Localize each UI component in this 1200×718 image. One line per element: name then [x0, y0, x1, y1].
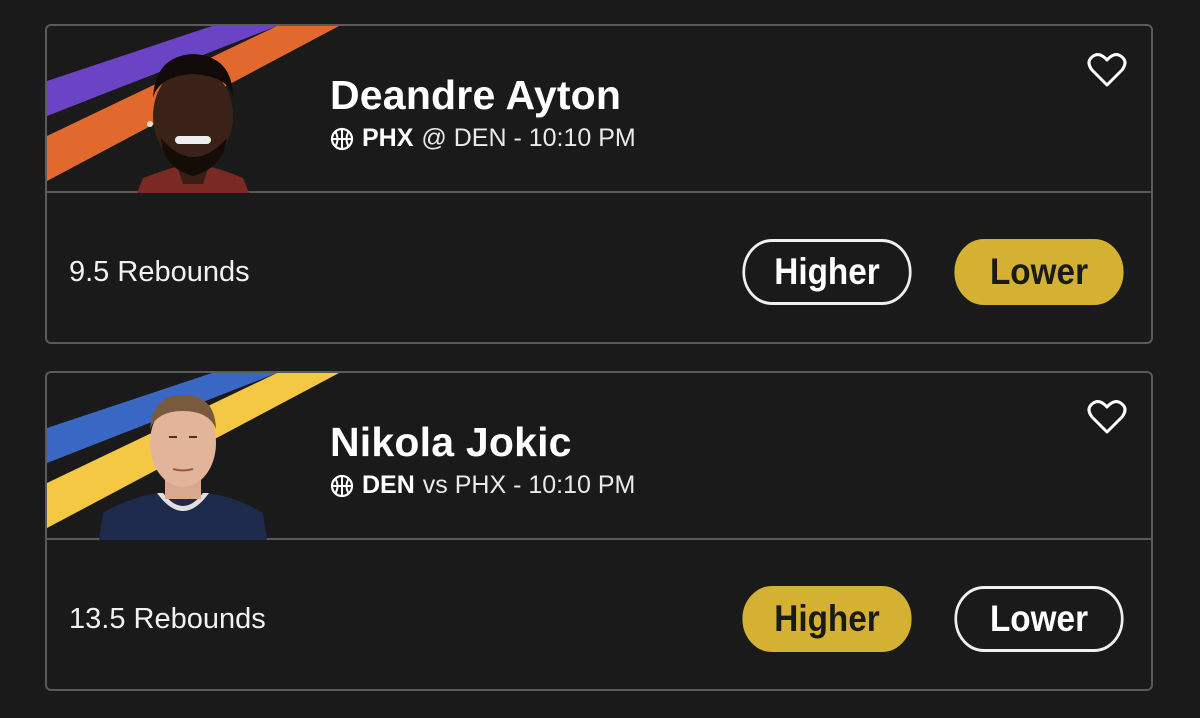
player-header: Nikola Jokic DEN vs PHX - 10:10 PM [47, 373, 1151, 540]
player-header: Deandre Ayton PHX @ DEN - 10:10 PM [47, 26, 1151, 193]
team-abbrev: DEN [362, 471, 415, 499]
lower-button[interactable]: Lower [954, 586, 1124, 652]
player-name: Nikola Jokic [330, 419, 572, 465]
team-abbrev: PHX [362, 124, 414, 152]
stat-line: 9.5 Rebounds [69, 256, 250, 288]
lower-button[interactable]: Lower [954, 239, 1124, 305]
game-info: DEN vs PHX - 10:10 PM [330, 471, 635, 500]
pick-row: 13.5 Rebounds Higher Lower [47, 540, 1151, 689]
player-photo [99, 395, 267, 540]
basketball-icon [330, 127, 354, 150]
player-card-jokic: Nikola Jokic DEN vs PHX - 10:10 PM 13.5 … [45, 371, 1153, 691]
player-name: Deandre Ayton [330, 72, 622, 118]
heart-icon[interactable] [1087, 52, 1127, 88]
heart-icon[interactable] [1087, 399, 1127, 435]
pick-row: 9.5 Rebounds Higher Lower [47, 193, 1151, 342]
higher-button[interactable]: Higher [742, 239, 912, 305]
player-card-ayton: Deandre Ayton PHX @ DEN - 10:10 PM 9.5 R… [45, 24, 1153, 344]
basketball-icon [330, 474, 354, 497]
game-info: PHX @ DEN - 10:10 PM [330, 124, 636, 153]
player-photo [137, 54, 249, 193]
matchup-text: vs PHX - 10:10 PM [422, 471, 636, 499]
matchup-text: @ DEN - 10:10 PM [421, 124, 636, 152]
higher-button[interactable]: Higher [742, 586, 912, 652]
stat-line: 13.5 Rebounds [69, 603, 266, 635]
